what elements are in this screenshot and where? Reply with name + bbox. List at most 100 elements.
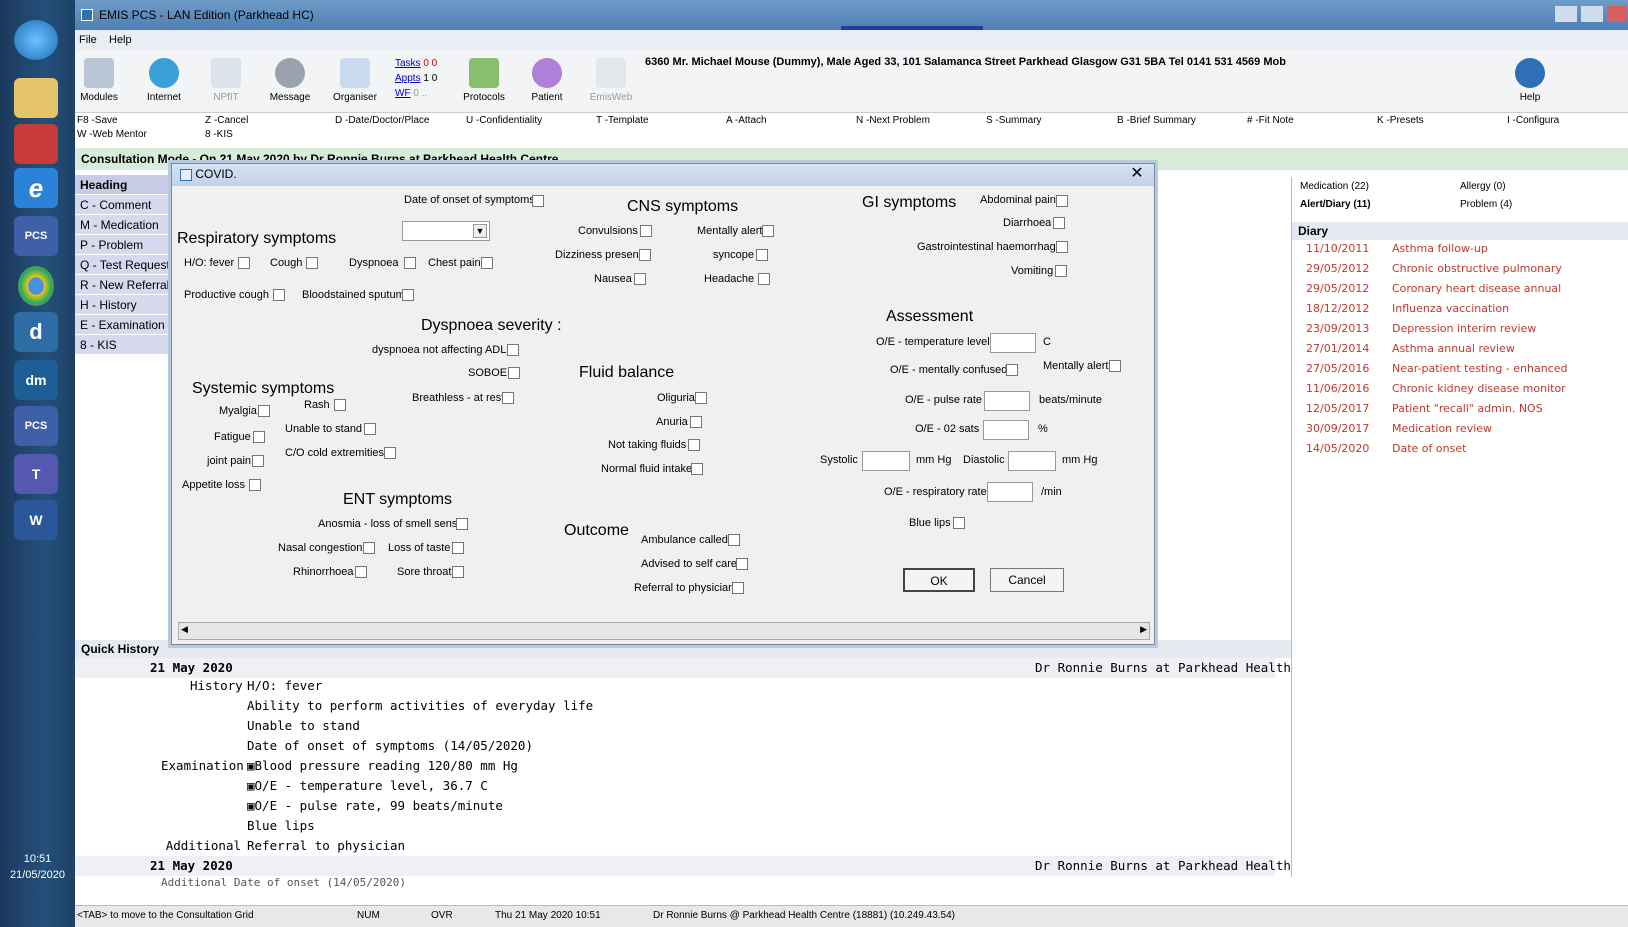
maximize-button[interactable]	[1581, 6, 1603, 22]
heading-kis[interactable]: 8 - KIS	[75, 335, 170, 355]
sore-throat-checkbox[interactable]	[452, 566, 464, 578]
heading-medication[interactable]: M - Medication	[75, 215, 170, 235]
history-line-text[interactable]: Blue lips	[247, 818, 315, 833]
tab-allergy[interactable]: Allergy (0)	[1460, 181, 1506, 192]
onset-checkbox[interactable]	[532, 195, 544, 207]
tasks-link[interactable]: Tasks	[395, 58, 421, 69]
diary-row[interactable]: 11/06/2016 Chronic kidney disease monitor	[1292, 382, 1628, 402]
loss-of-taste-checkbox[interactable]	[452, 542, 464, 554]
temperature-input[interactable]	[990, 333, 1036, 353]
chrome-icon[interactable]	[18, 266, 54, 306]
history-line-text[interactable]: Unable to stand	[247, 718, 360, 733]
shortcut-configure[interactable]: I -Configura	[1507, 115, 1559, 126]
myalgia-checkbox[interactable]	[258, 405, 270, 417]
ok-button[interactable]: OK	[903, 568, 975, 592]
normal-fluid-intake-checkbox[interactable]	[691, 463, 703, 475]
oliguria-checkbox[interactable]	[695, 392, 707, 404]
dizziness-checkbox[interactable]	[639, 249, 651, 261]
heading-test-request[interactable]: Q - Test Request	[75, 255, 170, 275]
anosmia-checkbox[interactable]	[456, 518, 468, 530]
shortcut-next-problem[interactable]: N -Next Problem	[856, 115, 930, 126]
cancel-button[interactable]: Cancel	[990, 568, 1064, 592]
shortcut-date-doctor[interactable]: D -Date/Doctor/Place	[335, 115, 429, 126]
diary-row[interactable]: 14/05/2020 Date of onset	[1292, 442, 1628, 462]
onset-date-dropdown[interactable]: ▼	[402, 221, 490, 241]
tab-medication[interactable]: Medication (22)	[1300, 181, 1369, 192]
anuria-checkbox[interactable]	[690, 416, 702, 428]
blue-lips-checkbox[interactable]	[953, 517, 965, 529]
heading-new-referral[interactable]: R - New Referral	[75, 275, 170, 295]
history-line-text[interactable]: H/O: fever	[247, 678, 322, 693]
heading-history[interactable]: H - History	[75, 295, 170, 315]
calculator-icon[interactable]	[14, 124, 58, 164]
abdominal-pain-checkbox[interactable]	[1056, 195, 1068, 207]
diary-row[interactable]: 23/09/2013 Depression interim review	[1292, 322, 1628, 342]
self-care-checkbox[interactable]	[736, 558, 748, 570]
history-line-text[interactable]: ▣O/E - pulse rate, 99 beats/minute	[247, 798, 503, 813]
shortcut-attach[interactable]: A -Attach	[726, 115, 767, 126]
respiratory-rate-input[interactable]	[987, 482, 1033, 502]
assessment-mentally-alert-checkbox[interactable]	[1109, 360, 1121, 372]
appts-link[interactable]: Appts	[395, 73, 421, 84]
shortcut-presets[interactable]: K -Presets	[1377, 115, 1424, 126]
teams-icon[interactable]: T	[14, 454, 58, 494]
chest-pain-checkbox[interactable]	[481, 257, 493, 269]
d-app-icon[interactable]: d	[14, 312, 58, 352]
syncope-checkbox[interactable]	[756, 249, 768, 261]
diary-row[interactable]: 30/09/2017 Medication review	[1292, 422, 1628, 442]
npfit-button[interactable]: NPfIT	[209, 58, 243, 103]
joint-pain-checkbox[interactable]	[252, 455, 264, 467]
pcs-app-icon[interactable]: PCS	[14, 216, 58, 256]
dyspnoea-checkbox[interactable]	[404, 257, 416, 269]
patient-button[interactable]: Patient	[527, 58, 567, 103]
shortcut-cancel[interactable]: Z -Cancel	[205, 115, 248, 126]
vomiting-checkbox[interactable]	[1055, 265, 1067, 277]
chevron-down-icon[interactable]: ▼	[473, 224, 487, 238]
shortcut-fit-note[interactable]: # -Fit Note	[1247, 115, 1294, 126]
history-line-text[interactable]: ▣Blood pressure reading 120/80 mm Hg	[247, 758, 518, 773]
menu-file[interactable]: File	[79, 34, 97, 46]
shortcut-template[interactable]: T -Template	[596, 115, 649, 126]
dm-app-icon[interactable]: dm	[14, 360, 58, 400]
shortcut-kis[interactable]: 8 -KIS	[205, 129, 233, 140]
heading-comment[interactable]: C - Comment	[75, 195, 170, 215]
close-icon[interactable]: ✕	[1128, 166, 1146, 184]
file-explorer-icon[interactable]	[14, 78, 58, 118]
breathless-at-rest-checkbox[interactable]	[502, 392, 514, 404]
emisweb-button[interactable]: EmisWeb	[587, 58, 635, 103]
protocols-button[interactable]: Protocols	[459, 58, 509, 103]
internet-explorer-icon[interactable]: e	[14, 168, 58, 208]
convulsions-checkbox[interactable]	[640, 225, 652, 237]
history-line-text[interactable]: Ability to perform activities of everyda…	[247, 698, 593, 713]
shortcut-brief-summary[interactable]: B -Brief Summary	[1117, 115, 1196, 126]
heading-examination[interactable]: E - Examination	[75, 315, 170, 335]
history-line-text[interactable]: ▣O/E - temperature level, 36.7 C	[247, 778, 488, 793]
diary-row[interactable]: 29/05/2012 Chronic obstructive pulmonary	[1292, 262, 1628, 282]
headache-checkbox[interactable]	[758, 273, 770, 285]
diarrhoea-checkbox[interactable]	[1053, 217, 1065, 229]
soboe-checkbox[interactable]	[508, 367, 520, 379]
systolic-input[interactable]	[862, 451, 910, 471]
history-line-text[interactable]: Date of onset of symptoms (14/05/2020)	[247, 738, 533, 753]
minimize-button[interactable]	[1555, 6, 1577, 22]
fever-checkbox[interactable]	[238, 257, 250, 269]
cold-extremities-checkbox[interactable]	[384, 447, 396, 459]
tab-problem[interactable]: Problem (4)	[1460, 199, 1512, 210]
scroll-right-icon[interactable]: ▶	[1140, 624, 1147, 635]
cough-checkbox[interactable]	[306, 257, 318, 269]
message-button[interactable]: Message	[267, 58, 313, 103]
close-window-button[interactable]	[1607, 6, 1627, 22]
diary-row[interactable]: 27/01/2014 Asthma annual review	[1292, 342, 1628, 362]
dialog-horizontal-scrollbar[interactable]: ◀ ▶	[178, 622, 1150, 640]
heading-problem[interactable]: P - Problem	[75, 235, 170, 255]
diastolic-input[interactable]	[1008, 451, 1056, 471]
pulse-rate-input[interactable]	[984, 391, 1030, 411]
menu-help[interactable]: Help	[109, 34, 132, 46]
gi-haemorrhage-checkbox[interactable]	[1056, 241, 1068, 253]
nasal-congestion-checkbox[interactable]	[363, 542, 375, 554]
rhinorrhoea-checkbox[interactable]	[355, 566, 367, 578]
fatigue-checkbox[interactable]	[253, 431, 265, 443]
start-button[interactable]	[14, 20, 58, 60]
organiser-button[interactable]: Organiser	[331, 58, 379, 103]
shortcut-save[interactable]: F8 -Save	[77, 115, 118, 126]
